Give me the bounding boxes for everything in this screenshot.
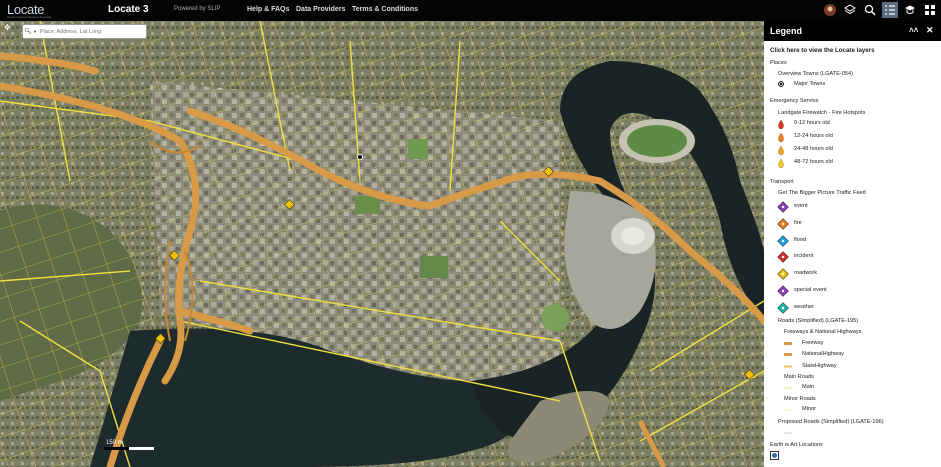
top-bar: Locate Government of Western Australia L…: [0, 0, 941, 21]
minor-road-swatch: [784, 409, 792, 411]
freeway-item-label: StateHighway: [802, 362, 837, 369]
transport-heading: Transport: [770, 179, 794, 185]
freeway-swatch: [784, 342, 792, 345]
legend-title: Legend: [770, 26, 803, 36]
fire-age-label: 12-24 hours old: [794, 133, 833, 139]
search-dropdown-caret-icon[interactable]: ▼: [33, 29, 40, 34]
fire-age-label: 48-72 hours old: [794, 159, 833, 165]
layers-icon[interactable]: [842, 2, 858, 18]
emergency-heading: Emergency Service: [770, 98, 819, 104]
layers-link[interactable]: Click here to view the Locate layers: [770, 47, 875, 54]
traffic-event-icon: [777, 201, 789, 213]
collapse-up-icon[interactable]: ˄˄: [909, 26, 918, 35]
traffic-roadwork-icon: [777, 268, 789, 280]
proposed-roads-label: Proposed Roads (Simplified) (LGATE-196): [778, 419, 884, 425]
main-roads-label: Main Roads: [784, 374, 814, 380]
fire-hotspot-icon: [778, 133, 784, 142]
fire-hotspot-icon: [778, 159, 784, 168]
earth-art-label: Earth is Art Locations: [770, 442, 823, 448]
map-search-box[interactable]: 🔍︎ ▼ Place, Address, Lat Long: [22, 24, 147, 39]
major-towns-symbol: [778, 81, 784, 87]
logo-subtitle: Government of Western Australia: [7, 15, 52, 19]
legend-list-icon[interactable]: [882, 2, 898, 18]
earth-art-icon: [770, 451, 779, 460]
fire-age-label: 0-12 hours old: [794, 120, 830, 126]
freeway-item-label: Freeway: [802, 340, 824, 346]
overview-towns-label: Overview Towns (LGATE-054): [778, 71, 854, 77]
search-icon[interactable]: [862, 2, 878, 18]
search-glass-icon[interactable]: 🔍︎: [23, 28, 33, 35]
traffic-item-label: special event: [794, 287, 827, 293]
traffic-flood-icon: [777, 234, 789, 247]
powered-by-label: Powered by SLIP: [174, 6, 221, 12]
traffic-item-label: fire: [794, 219, 802, 226]
scale-label: 150 m: [106, 440, 123, 446]
fire-age-label: 24-48 hours old: [794, 146, 833, 152]
freeways-group-label: Freeways & National Highways: [784, 329, 862, 335]
traffic-item-label: roadwork: [794, 270, 818, 277]
grid-apps-icon[interactable]: [922, 2, 938, 18]
fire-hotspot-icon: [778, 120, 784, 129]
minor-road-label: Minor: [802, 406, 816, 412]
main-road-label: Main: [802, 384, 815, 390]
map-canvas[interactable]: 150 m: [0, 21, 764, 467]
close-icon[interactable]: ✕: [926, 25, 934, 36]
places-heading: Places: [770, 60, 787, 66]
app-title: Locate 3: [108, 4, 149, 15]
traffic-item-label: incident: [794, 253, 814, 260]
traffic-item-label: event: [794, 203, 808, 209]
traffic-item-label: weather: [794, 303, 814, 310]
fire-hotspot-icon: [778, 146, 784, 155]
freeway-item-label: NationalHighway: [802, 351, 844, 358]
traffic-feed-label: Get The Bigger Picture Traffic Feed: [778, 190, 866, 196]
traffic-weather-icon: [777, 301, 789, 314]
legend-panel: Legend ˄˄ ✕ Click here to view the Locat…: [764, 21, 941, 467]
legend-header: Legend ˄˄ ✕: [764, 21, 941, 41]
nav-help-faqs[interactable]: Help & FAQs: [247, 6, 289, 13]
traffic-fire-icon: [777, 217, 789, 230]
traffic-item-label: flood: [794, 236, 807, 243]
traffic-special-event-icon: [777, 285, 789, 297]
proposed-road-swatch: [784, 432, 792, 434]
freeway-swatch: [784, 353, 792, 357]
search-input[interactable]: Place, Address, Lat Long: [40, 29, 101, 35]
traffic-incident-icon: [777, 251, 789, 264]
graduation-cap-icon[interactable]: [902, 2, 918, 18]
major-towns-label: Major Towns: [794, 81, 826, 87]
user-avatar-icon[interactable]: [822, 2, 838, 18]
map-expand-icon[interactable]: ✥: [4, 23, 11, 32]
roads-simplified-label: Roads (Simplified) (LGATE-195): [778, 318, 859, 324]
freeway-swatch: [784, 365, 792, 368]
minor-roads-label: Minor Roads: [784, 396, 816, 402]
nav-terms-conditions[interactable]: Terms & Conditions: [352, 6, 418, 13]
nav-data-providers[interactable]: Data Providers: [296, 6, 345, 13]
main-road-swatch: [784, 387, 792, 389]
firewatch-label: Landgate Firewatch - Fire Hotspots: [778, 110, 866, 116]
